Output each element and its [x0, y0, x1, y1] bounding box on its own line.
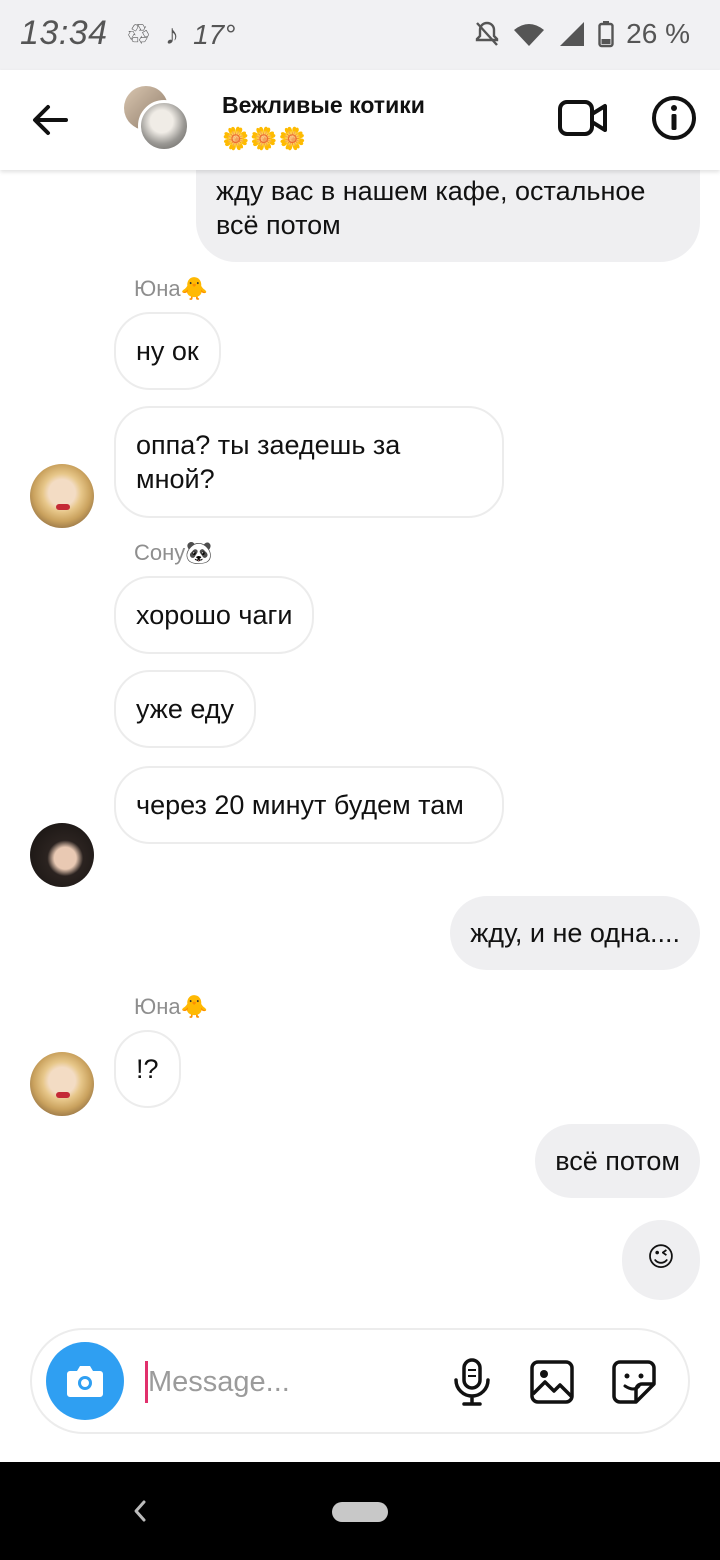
- chat-title[interactable]: Вежливые котики: [222, 92, 425, 119]
- avatar[interactable]: [30, 464, 94, 528]
- tiktok-icon: ♪: [165, 18, 180, 50]
- message-composer: [30, 1328, 690, 1434]
- chevron-left-icon: [134, 1500, 146, 1522]
- message-incoming[interactable]: ну ок: [114, 312, 221, 390]
- wifi-icon: [512, 20, 546, 48]
- message-list[interactable]: жду вас в нашем кафе, остальное всё пото…: [0, 170, 720, 1320]
- message-outgoing-emoji[interactable]: 😉: [622, 1220, 700, 1300]
- message-incoming[interactable]: хорошо чаги: [114, 576, 315, 654]
- message-outgoing[interactable]: жду, и не одна....: [450, 896, 700, 970]
- video-call-button[interactable]: [556, 94, 610, 142]
- image-icon: [530, 1360, 574, 1404]
- battery-icon: [598, 20, 614, 48]
- message-input[interactable]: [148, 1356, 418, 1408]
- status-temperature: 17°: [193, 18, 236, 50]
- back-button[interactable]: [26, 96, 74, 144]
- message-incoming[interactable]: через 20 минут будем там: [114, 766, 504, 844]
- sticker-button[interactable]: [610, 1358, 658, 1406]
- status-left-icons: ♲ ♪ 17°: [126, 18, 235, 51]
- chat-subtitle: 🌼🌼🌼: [222, 126, 308, 151]
- sync-icon: ♲: [126, 19, 152, 50]
- nav-home-button[interactable]: [332, 1502, 388, 1522]
- arrow-left-icon: [33, 105, 68, 135]
- system-nav-bar: [0, 1462, 720, 1560]
- message-outgoing[interactable]: жду вас в нашем кафе, остальное всё пото…: [196, 170, 700, 262]
- chat-header: Вежливые котики 🌼🌼🌼: [0, 70, 720, 170]
- sender-name: Сону🐼: [134, 540, 213, 565]
- status-right-icons: 26 %: [474, 18, 690, 50]
- message-incoming[interactable]: оппа? ты заедешь за мной?: [114, 406, 504, 518]
- info-button[interactable]: [650, 94, 698, 142]
- battery-percent: 26 %: [626, 18, 690, 49]
- sticker-icon: [612, 1360, 656, 1404]
- camera-button[interactable]: [46, 1342, 124, 1420]
- notifications-off-icon: [474, 20, 500, 48]
- group-avatar[interactable]: [124, 86, 192, 154]
- status-bar: 13:34 ♲ ♪ 17° 26 %: [0, 0, 720, 70]
- video-camera-icon: [558, 100, 607, 136]
- avatar[interactable]: [30, 823, 94, 887]
- message-incoming[interactable]: !?: [114, 1030, 181, 1108]
- avatar: [138, 100, 190, 152]
- status-time: 13:34: [20, 14, 108, 52]
- nav-back-button[interactable]: [128, 1496, 150, 1526]
- microphone-icon: [454, 1358, 490, 1406]
- sender-name: Юна🐥: [134, 994, 209, 1019]
- info-icon: [652, 96, 696, 140]
- avatar[interactable]: [30, 1052, 94, 1116]
- message-outgoing[interactable]: всё потом: [535, 1124, 700, 1198]
- gallery-button[interactable]: [528, 1358, 576, 1406]
- camera-icon: [67, 1366, 103, 1397]
- sender-name: Юна🐥: [134, 276, 209, 301]
- signal-icon: [558, 20, 586, 48]
- message-incoming[interactable]: уже еду: [114, 670, 257, 748]
- voice-message-button[interactable]: [450, 1358, 494, 1406]
